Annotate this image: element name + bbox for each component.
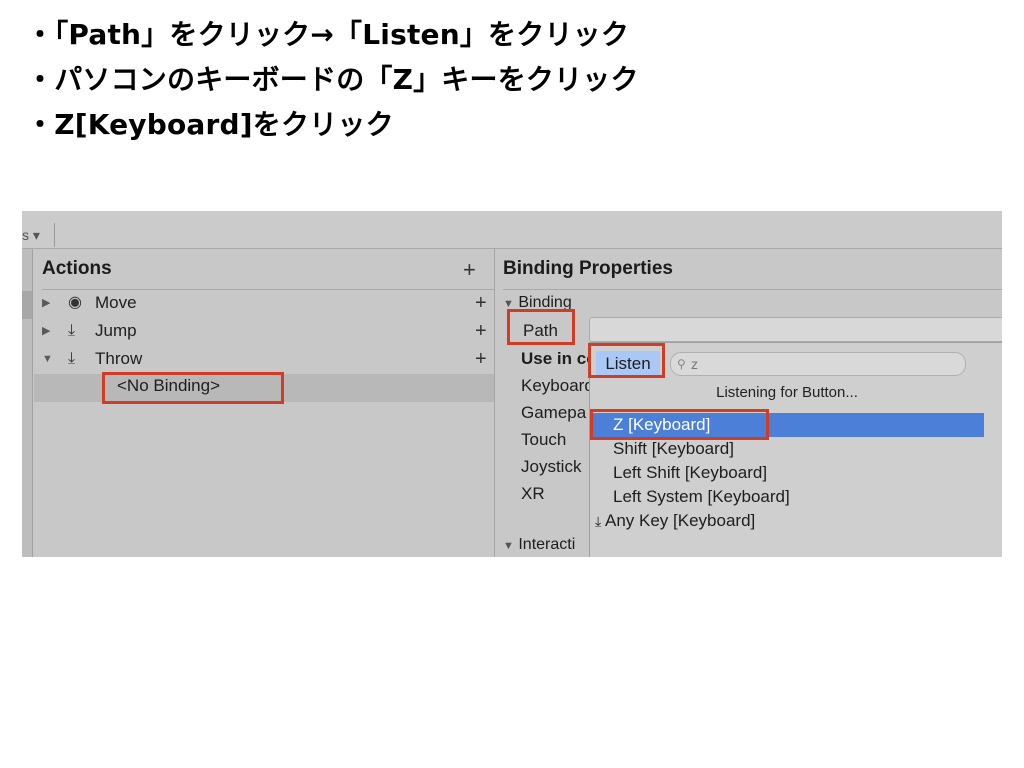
tab-dropdown[interactable]: s ▾ — [22, 223, 55, 247]
search-value: z — [691, 356, 698, 372]
option-left-system-keyboard[interactable]: Left System [Keyboard] — [613, 485, 790, 509]
actions-title: Actions — [42, 258, 112, 279]
download-icon: ⤓ — [68, 322, 76, 339]
use-in-control-scheme-label: Use in co — [521, 349, 597, 368]
interactions-section-label: Interacti — [518, 536, 576, 553]
action-label: Jump — [95, 321, 137, 340]
scheme-gamepad[interactable]: Gamepa — [521, 403, 586, 423]
action-item-move[interactable]: ▶ ◉ Move + — [34, 289, 494, 317]
instruction-2: ・パソコンのキーボードの「Z」キーをクリック — [26, 63, 639, 96]
option-label: Any Key [Keyboard] — [605, 511, 756, 530]
scroll-thumb[interactable] — [22, 291, 32, 319]
editor-toolbar: s ▾ — [22, 211, 1002, 249]
action-label: Move — [95, 293, 137, 312]
collapse-arrow-icon: ▼ — [503, 540, 514, 552]
collapse-arrow-icon[interactable]: ▼ — [42, 345, 53, 373]
add-binding-icon[interactable]: + — [475, 317, 487, 345]
option-left-shift-keyboard[interactable]: Left Shift [Keyboard] — [613, 461, 767, 485]
add-action-button[interactable]: + — [463, 259, 476, 281]
input-actions-editor-screenshot: s ▾ Actions + ▶ ◉ Move + ▶ ⤓ Jump + ▼ ⤓ … — [22, 211, 1002, 557]
option-any-key-keyboard[interactable]: ⤓ Any Key [Keyboard] — [595, 509, 755, 533]
scheme-joystick[interactable]: Joystick — [521, 457, 581, 477]
binding-properties-title: Binding Properties — [503, 258, 673, 279]
radio-icon: ◉ — [68, 294, 82, 311]
left-scrollbar[interactable] — [22, 249, 33, 557]
instruction-list: ・「Path」をクリック→「Listen」をクリック ・パソコンのキーボードの「… — [26, 12, 639, 147]
highlight-listen — [588, 343, 665, 378]
highlight-path — [507, 309, 575, 345]
expand-arrow-icon[interactable]: ▶ — [42, 289, 50, 317]
scheme-keyboard[interactable]: Keyboard — [521, 376, 594, 396]
action-label: Throw — [95, 349, 143, 368]
expand-arrow-icon[interactable]: ▶ — [42, 317, 50, 345]
option-shift-keyboard[interactable]: Shift [Keyboard] — [613, 437, 734, 461]
instruction-3: ・Z[Keyboard]をクリック — [26, 108, 394, 141]
highlight-no-binding — [102, 372, 284, 404]
popup-scrollbar[interactable] — [984, 343, 1002, 557]
search-icon: ⚲ — [677, 357, 686, 371]
download-icon: ⤓ — [68, 350, 76, 367]
listening-status: Listening for Button... — [716, 384, 858, 401]
binding-properties-header: Binding Properties — [503, 249, 1002, 290]
scheme-xr[interactable]: XR — [521, 484, 545, 504]
search-input[interactable]: ⚲ z — [670, 352, 966, 376]
actions-header: Actions — [42, 249, 494, 290]
action-item-jump[interactable]: ▶ ⤓ Jump + — [34, 317, 494, 345]
interactions-section-toggle[interactable]: ▼ Interacti — [503, 536, 575, 554]
download-icon: ⤓ — [595, 513, 602, 529]
highlight-z-keyboard — [590, 409, 769, 440]
action-item-throw[interactable]: ▼ ⤓ Throw + — [34, 345, 494, 373]
add-binding-icon[interactable]: + — [475, 345, 487, 373]
instruction-1: ・「Path」をクリック→「Listen」をクリック — [26, 18, 630, 51]
path-dropdown-field[interactable] — [589, 317, 1002, 342]
add-binding-icon[interactable]: + — [475, 289, 487, 317]
scheme-touch[interactable]: Touch — [521, 430, 566, 450]
